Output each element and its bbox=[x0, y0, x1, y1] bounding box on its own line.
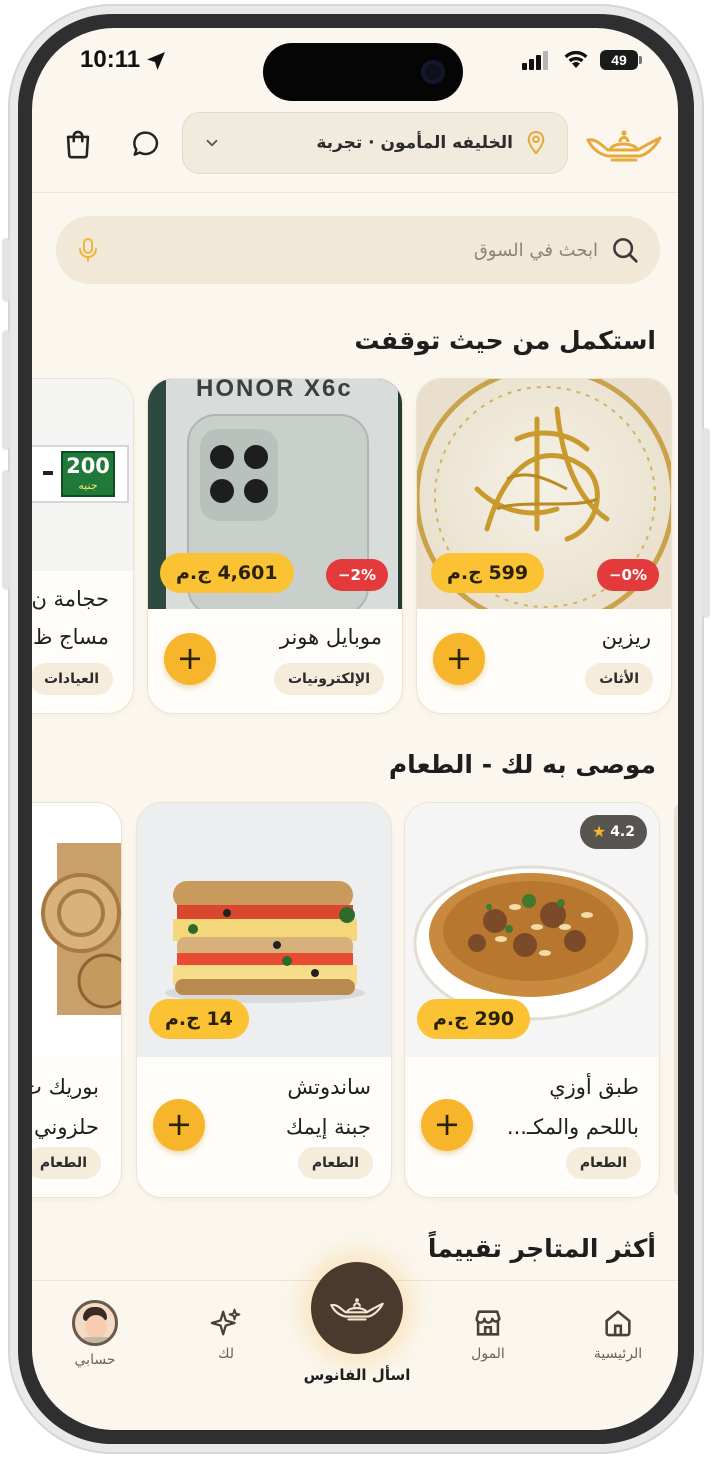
search-placeholder: ابحث في السوق bbox=[473, 239, 598, 261]
battery-indicator: 49 bbox=[600, 50, 638, 70]
product-name-line1: بوريك ت bbox=[32, 1075, 99, 1099]
product-card-sandwich[interactable]: 14 ج.م ساندوتش جبنة إيمك الطعام + bbox=[136, 802, 392, 1198]
section-title-recommended: موصى به لك - الطعام bbox=[388, 750, 656, 779]
star-icon: ★ bbox=[591, 822, 607, 841]
product-name-line2: جبنة إيمك bbox=[285, 1115, 371, 1139]
product-name: موبايل هونر bbox=[279, 625, 382, 649]
home-icon bbox=[605, 1310, 631, 1337]
section-title-continue: استكمل من حيث توقفت bbox=[354, 326, 656, 355]
product-card-ouzi[interactable]: ★ 4.2 290 ج.م طبق أوزي باللحم والمكـ... … bbox=[404, 802, 660, 1198]
product-card-resin[interactable]: 599 ج.م −0% ريزين الأثاث + bbox=[416, 378, 672, 714]
search-input[interactable]: ابحث في السوق bbox=[56, 216, 660, 284]
product-card-cupping[interactable]: 200 جنيه حجامة ن مساج ظ العيادات bbox=[32, 378, 134, 714]
price-tag: 599 ج.م bbox=[431, 553, 545, 593]
search-icon bbox=[613, 238, 638, 263]
section-title-top-stores: أكثر المتاجر تقييماً bbox=[427, 1234, 656, 1263]
price-tag: 290 ج.م bbox=[417, 999, 531, 1039]
add-to-cart-button[interactable]: + bbox=[421, 1099, 473, 1151]
add-to-cart-button[interactable]: + bbox=[164, 633, 216, 685]
product-name-line2: باللحم والمكـ... bbox=[506, 1115, 639, 1139]
device-volume-down bbox=[2, 470, 10, 590]
location-label: الخليفه المأمون · تجربة bbox=[316, 133, 513, 153]
price-badge-200: 200 جنيه bbox=[61, 451, 115, 497]
ask-lamp-label: اسأل الفانوس bbox=[303, 1366, 411, 1384]
nav-for-you[interactable]: لك bbox=[190, 1306, 262, 1362]
device-volume-up bbox=[2, 330, 10, 450]
nav-home-label: الرئيسية bbox=[593, 1346, 643, 1362]
discount-badge: −2% bbox=[325, 559, 388, 591]
dynamic-island bbox=[263, 43, 463, 101]
category-chip: الطعام bbox=[565, 1147, 641, 1179]
product-image-sandwich: 14 ج.م bbox=[137, 803, 391, 1057]
microphone-icon[interactable] bbox=[76, 237, 100, 263]
nav-mall-label: المول bbox=[471, 1346, 505, 1362]
nav-for-you-label: لك bbox=[217, 1346, 235, 1362]
header-divider bbox=[32, 192, 678, 193]
product-image-resin: 599 ج.م −0% bbox=[417, 379, 671, 609]
nav-account-label: حسابي bbox=[74, 1352, 116, 1368]
chevron-down-icon bbox=[206, 139, 218, 147]
store-icon bbox=[475, 1310, 501, 1336]
magic-lamp-logo-icon bbox=[586, 130, 662, 162]
product-image-ouzi: ★ 4.2 290 ج.م bbox=[405, 803, 659, 1057]
cellular-signal-icon bbox=[522, 51, 548, 70]
product-name-line1: ساندوتش bbox=[287, 1075, 371, 1099]
nav-account[interactable]: حسابي bbox=[58, 1300, 132, 1368]
location-pin-icon bbox=[527, 130, 545, 155]
nav-home[interactable]: الرئيسية bbox=[578, 1306, 658, 1362]
avatar bbox=[72, 1300, 118, 1346]
shopping-bag-icon bbox=[66, 130, 90, 159]
app-logo bbox=[582, 120, 666, 168]
add-to-cart-button[interactable]: + bbox=[433, 633, 485, 685]
product-image-phone: HONOR X6c 4,601 ج.م −2% bbox=[148, 379, 402, 609]
category-chip: الطعام bbox=[32, 1147, 101, 1179]
category-chip: الطعام bbox=[297, 1147, 373, 1179]
product-name-line2: مساج ظ bbox=[32, 625, 109, 649]
app-screen: 10:11 49 الخليفه المأمون · تجربة ابحث في… bbox=[32, 28, 678, 1430]
product-name-line1: طبق أوزي bbox=[549, 1075, 639, 1099]
phone-box-label: HONOR X6c bbox=[196, 379, 353, 402]
price-tag: 14 ج.م bbox=[149, 999, 249, 1039]
device-side-button bbox=[2, 238, 10, 302]
product-card-borek[interactable]: بوريك ت حلزوني الطعام bbox=[32, 802, 122, 1198]
location-arrow-icon bbox=[147, 52, 165, 70]
product-name-line2: حلزوني bbox=[33, 1115, 99, 1139]
add-to-cart-button[interactable]: + bbox=[153, 1099, 205, 1151]
chat-button[interactable] bbox=[126, 124, 166, 164]
chat-bubble-icon bbox=[133, 131, 159, 156]
next-card-edge bbox=[674, 802, 678, 1198]
product-card-honor-phone[interactable]: HONOR X6c 4,601 ج.م −2% موبايل هونر الإل… bbox=[147, 378, 403, 714]
device-power-button bbox=[702, 428, 710, 618]
magic-lamp-icon bbox=[330, 1298, 384, 1321]
product-image-borek bbox=[32, 803, 121, 1057]
location-selector[interactable]: الخليفه المأمون · تجربة bbox=[182, 112, 568, 174]
discount-badge: −0% bbox=[596, 559, 659, 591]
category-chip: الأثاث bbox=[585, 663, 653, 695]
product-name-line1: حجامة ن bbox=[32, 587, 109, 611]
category-chip: الإلكترونيات bbox=[273, 663, 384, 695]
cart-button[interactable] bbox=[58, 124, 98, 164]
price-tag: 4,601 ج.م bbox=[160, 553, 294, 593]
rating-badge: ★ 4.2 bbox=[579, 815, 647, 849]
nav-mall[interactable]: المول bbox=[452, 1306, 524, 1362]
battery-cap bbox=[639, 56, 642, 64]
product-image-cupping: 200 جنيه bbox=[32, 379, 133, 571]
wifi-icon bbox=[564, 50, 588, 68]
status-time: 10:11 bbox=[80, 46, 141, 73]
sparkles-icon bbox=[210, 1308, 241, 1336]
category-chip: العيادات bbox=[32, 663, 113, 695]
product-name: ريزين bbox=[601, 625, 651, 649]
borek-pastry-image bbox=[32, 803, 121, 1057]
ask-lamp-button[interactable] bbox=[311, 1262, 403, 1354]
